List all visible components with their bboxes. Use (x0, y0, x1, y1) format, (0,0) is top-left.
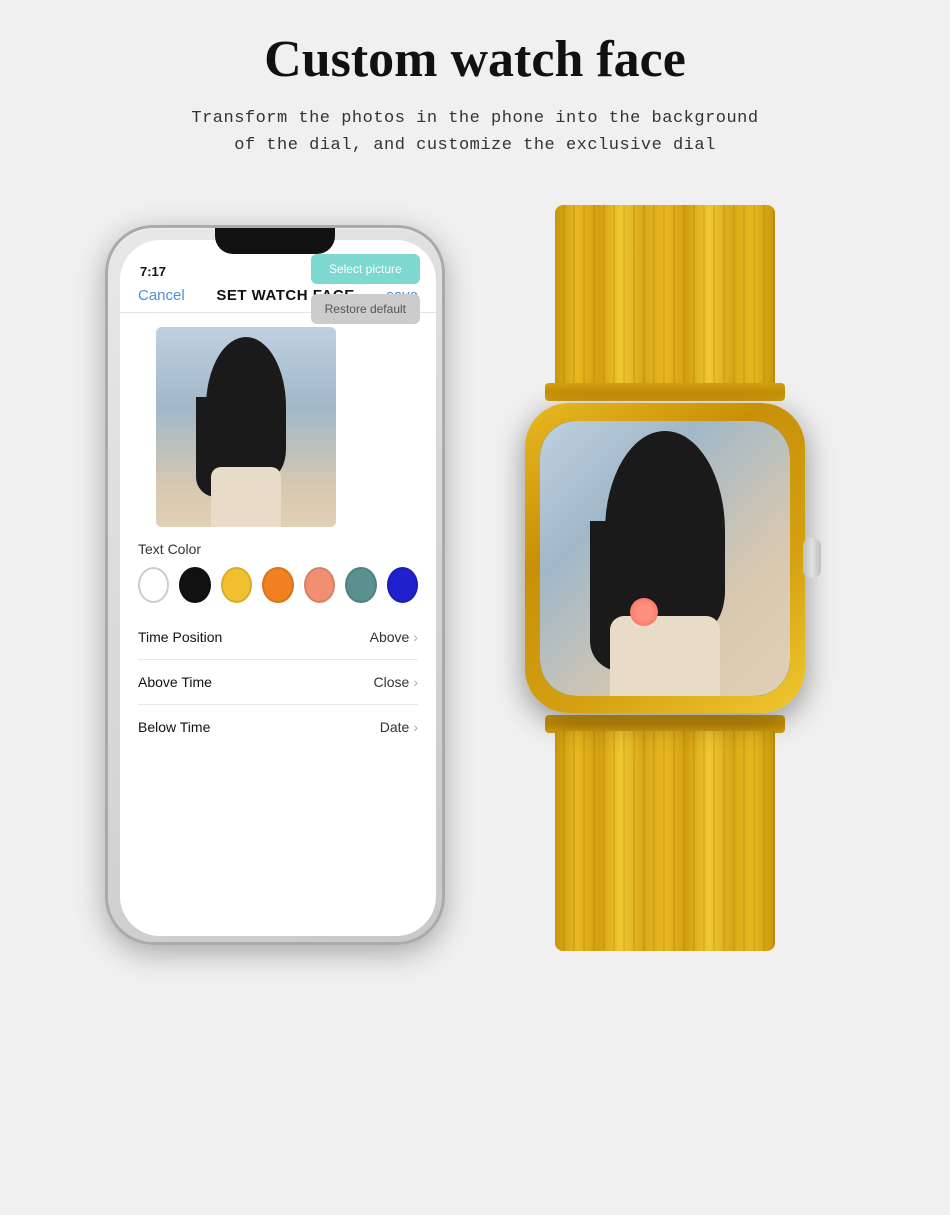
text-color-label: Text Color (138, 541, 418, 557)
watch-body (525, 403, 805, 713)
phone-screen: 7:17 ▌▌▌ ∿ ▬ Cancel SET WATCH FACE save (120, 240, 436, 936)
setting-value: Close › (374, 674, 418, 690)
watch-screen (540, 421, 790, 696)
chevron-right-icon: › (413, 629, 418, 645)
setting-label: Time Position (138, 629, 222, 645)
phone-container: 7:17 ▌▌▌ ∿ ▬ Cancel SET WATCH FACE save (105, 225, 445, 945)
smartwatch (495, 205, 835, 965)
select-picture-button[interactable]: Select picture (311, 254, 420, 284)
watch-flower (630, 598, 658, 626)
setting-above-time[interactable]: Above Time Close › (138, 659, 418, 704)
status-time: 7:17 (140, 264, 166, 279)
text-color-section: Text Color (120, 541, 436, 603)
setting-time-position[interactable]: Time Position Above › (138, 615, 418, 659)
phone: 7:17 ▌▌▌ ∿ ▬ Cancel SET WATCH FACE save (105, 225, 445, 945)
color-swatch-teal[interactable] (345, 567, 376, 603)
settings-list: Time Position Above › Above Time Close › (120, 615, 436, 749)
hair-silhouette (206, 337, 286, 477)
color-swatch-orange[interactable] (262, 567, 293, 603)
restore-default-button[interactable]: Restore default (311, 294, 420, 324)
watch-body-silhouette (610, 616, 720, 696)
page-subtitle: Transform the photos in the phone into t… (191, 105, 758, 159)
color-swatch-white[interactable] (138, 567, 169, 603)
cancel-button[interactable]: Cancel (138, 287, 185, 304)
watch-hair-silhouette (605, 431, 725, 631)
color-swatches (138, 567, 418, 603)
page: Custom watch face Transform the photos i… (0, 0, 950, 1215)
photo-figure (156, 327, 336, 527)
watch-band-top (555, 205, 775, 385)
chevron-right-icon: › (413, 674, 418, 690)
color-swatch-peach[interactable] (304, 567, 335, 603)
setting-value: Above › (370, 629, 418, 645)
watch-photo (540, 421, 790, 696)
setting-label: Above Time (138, 674, 212, 690)
setting-value: Date › (380, 719, 418, 735)
page-title: Custom watch face (264, 30, 686, 89)
color-swatch-blue[interactable] (387, 567, 418, 603)
setting-label: Below Time (138, 719, 210, 735)
watch-container (485, 195, 845, 975)
color-swatch-yellow[interactable] (221, 567, 252, 603)
watch-crown (803, 538, 821, 578)
setting-below-time[interactable]: Below Time Date › (138, 704, 418, 749)
body-silhouette (211, 467, 281, 527)
phone-notch (215, 228, 335, 254)
photo-row: Select picture Restore default (120, 313, 436, 537)
watch-face-photo (156, 327, 336, 527)
content-row: 7:17 ▌▌▌ ∿ ▬ Cancel SET WATCH FACE save (40, 195, 910, 975)
right-panel: Select picture Restore default (311, 254, 420, 324)
chevron-right-icon: › (413, 719, 418, 735)
watch-band-bottom (555, 731, 775, 951)
color-swatch-black[interactable] (179, 567, 210, 603)
watch-band-top-bar (545, 383, 785, 401)
